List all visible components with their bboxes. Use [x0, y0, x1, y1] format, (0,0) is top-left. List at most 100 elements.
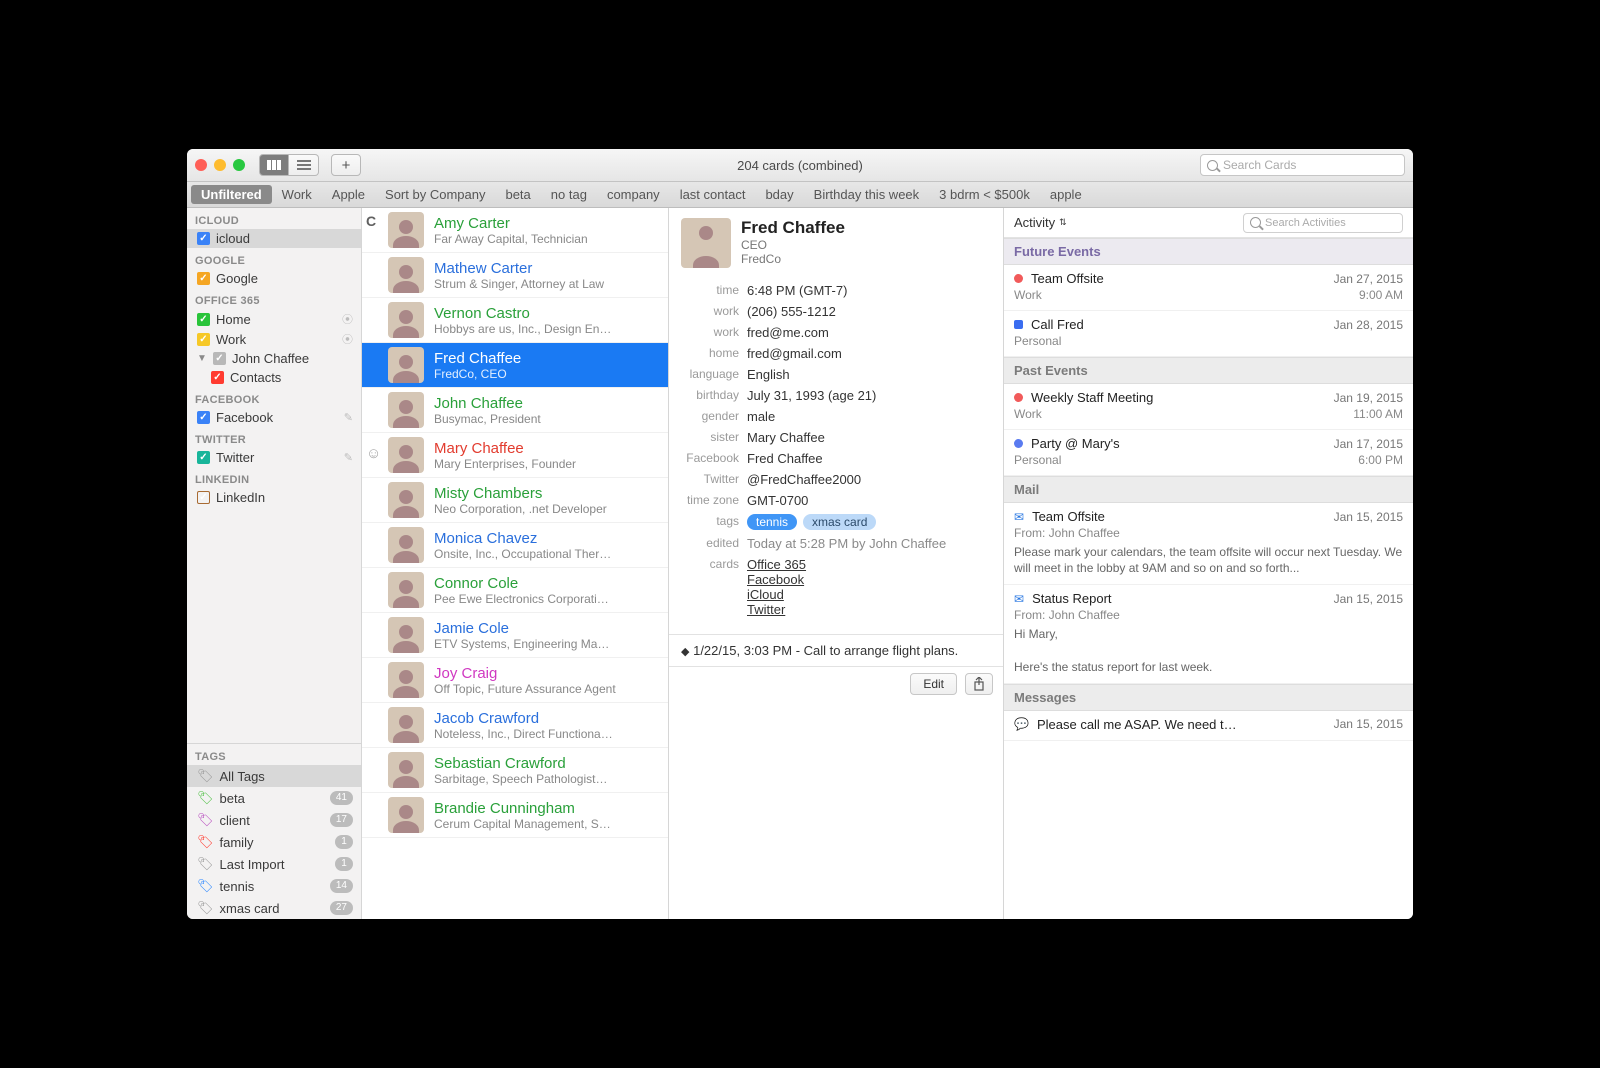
sidebar-item-google[interactable]: Google: [187, 269, 361, 288]
field-value[interactable]: (206) 555-1212: [747, 304, 993, 319]
tag-chip[interactable]: xmas card: [803, 514, 876, 530]
smart-filter-apple[interactable]: Apple: [322, 185, 375, 204]
contact-row[interactable]: Sebastian CrawfordSarbitage, Speech Path…: [362, 748, 668, 793]
smart-filter-bday[interactable]: bday: [755, 185, 803, 204]
activity-item[interactable]: ✉Team OffsiteJan 15, 2015From: John Chaf…: [1004, 503, 1413, 585]
smart-filter-bar: UnfilteredWorkAppleSort by Companybetano…: [187, 182, 1413, 208]
contact-row[interactable]: Amy CarterFar Away Capital, Technician: [362, 208, 668, 253]
tag-family[interactable]: 🏷family1: [187, 831, 361, 853]
share-button[interactable]: [965, 673, 993, 695]
tag-label: xmas card: [220, 901, 280, 916]
contact-name: Mary Chaffee: [434, 440, 660, 457]
sidebar-item-facebook[interactable]: Facebook✎: [187, 408, 361, 427]
tag-all-tags[interactable]: 🏷All Tags: [187, 765, 361, 787]
field-value[interactable]: 6:48 PM (GMT-7): [747, 283, 993, 298]
view-toggle[interactable]: [259, 154, 319, 176]
contact-row[interactable]: Jamie ColeETV Systems, Engineering Ma…: [362, 613, 668, 658]
card-link[interactable]: Facebook: [747, 572, 804, 587]
edit-icon[interactable]: ✎: [344, 411, 353, 424]
checkbox-icon[interactable]: [213, 352, 226, 365]
contact-row[interactable]: Jacob CrawfordNoteless, Inc., Direct Fun…: [362, 703, 668, 748]
add-button[interactable]: +: [331, 154, 361, 176]
sidebar-item-contacts[interactable]: Contacts: [187, 368, 361, 387]
field-value[interactable]: Mary Chaffee: [747, 430, 993, 445]
field-value[interactable]: English: [747, 367, 993, 382]
tag-client[interactable]: 🏷client17: [187, 809, 361, 831]
contact-row[interactable]: Monica ChavezOnsite, Inc., Occupational …: [362, 523, 668, 568]
contact-row[interactable]: Fred ChaffeeFredCo, CEO: [362, 343, 668, 388]
contact-row[interactable]: Joy CraigOff Topic, Future Assurance Age…: [362, 658, 668, 703]
contact-row[interactable]: Mathew CarterStrum & Singer, Attorney at…: [362, 253, 668, 298]
contact-row[interactable]: Brandie CunninghamCerum Capital Manageme…: [362, 793, 668, 838]
checkbox-icon[interactable]: [197, 451, 210, 464]
tag-last-import[interactable]: 🏷Last Import1: [187, 853, 361, 875]
edit-button[interactable]: Edit: [910, 673, 957, 695]
tag-chip[interactable]: tennis: [747, 514, 797, 530]
smart-filter-no-tag[interactable]: no tag: [541, 185, 597, 204]
detail-note: ◆ 1/22/15, 3:03 PM - Call to arrange fli…: [669, 635, 1003, 666]
minimize-icon[interactable]: [214, 159, 226, 171]
smart-filter-company[interactable]: company: [597, 185, 670, 204]
checkbox-icon[interactable]: [197, 333, 210, 346]
contact-row[interactable]: Mary ChaffeeMary Enterprises, Founder: [362, 433, 668, 478]
activity-body[interactable]: Future EventsTeam OffsiteJan 27, 2015Wor…: [1004, 238, 1413, 919]
smart-filter-birthday-this-week[interactable]: Birthday this week: [804, 185, 930, 204]
smart-filter-apple[interactable]: apple: [1040, 185, 1092, 204]
sidebar-item-icloud[interactable]: icloud: [187, 229, 361, 248]
contact-list-inner[interactable]: Amy CarterFar Away Capital, TechnicianMa…: [362, 208, 668, 919]
field-value[interactable]: fred@gmail.com: [747, 346, 993, 361]
edit-icon[interactable]: ✎: [344, 451, 353, 464]
smart-filter-work[interactable]: Work: [272, 185, 322, 204]
tag-beta[interactable]: 🏷beta41: [187, 787, 361, 809]
sidebar-item-home[interactable]: Home⦿: [187, 309, 361, 329]
sidebar-item-twitter[interactable]: Twitter✎: [187, 448, 361, 467]
contact-row[interactable]: Vernon CastroHobbys are us, Inc., Design…: [362, 298, 668, 343]
activity-title[interactable]: Activity ⇅: [1014, 215, 1067, 230]
contact-row[interactable]: Connor ColePee Ewe Electronics Corporati…: [362, 568, 668, 613]
sidebar-item-label: Work: [216, 332, 246, 347]
close-icon[interactable]: [195, 159, 207, 171]
card-link[interactable]: iCloud: [747, 587, 784, 602]
checkbox-icon[interactable]: [211, 371, 224, 384]
contact-name: Joy Craig: [434, 665, 660, 682]
card-link[interactable]: Office 365: [747, 557, 806, 572]
smart-filter-3-bdrm-500k[interactable]: 3 bdrm < $500k: [929, 185, 1040, 204]
contact-row[interactable]: Misty ChambersNeo Corporation, .net Deve…: [362, 478, 668, 523]
columns-view-icon[interactable]: [259, 154, 289, 176]
smart-filter-last-contact[interactable]: last contact: [670, 185, 756, 204]
disclosure-icon[interactable]: ▼: [197, 353, 207, 364]
activity-item[interactable]: 💬Please call me ASAP. We need t…Jan 15, …: [1004, 711, 1413, 741]
zoom-icon[interactable]: [233, 159, 245, 171]
card-link[interactable]: Twitter: [747, 602, 785, 617]
checkbox-icon[interactable]: [197, 313, 210, 326]
activity-item[interactable]: Team OffsiteJan 27, 2015Work9:00 AM: [1004, 265, 1413, 311]
field-value[interactable]: male: [747, 409, 993, 424]
field-value[interactable]: July 31, 1993 (age 21): [747, 388, 993, 403]
tag-tennis[interactable]: 🏷tennis14: [187, 875, 361, 897]
field-value[interactable]: fred@me.com: [747, 325, 993, 340]
sidebar-item-linkedin[interactable]: LinkedIn: [187, 488, 361, 507]
activity-item[interactable]: ✉Status ReportJan 15, 2015From: John Cha…: [1004, 585, 1413, 684]
list-view-icon[interactable]: [289, 154, 319, 176]
sidebar-item-work[interactable]: Work⦿: [187, 329, 361, 349]
checkbox-icon[interactable]: [197, 272, 210, 285]
activity-item[interactable]: Weekly Staff MeetingJan 19, 2015Work11:0…: [1004, 384, 1413, 430]
checkbox-icon[interactable]: [197, 411, 210, 424]
sidebar-item-john-chaffee[interactable]: ▼John Chaffee: [187, 349, 361, 368]
checkbox-icon[interactable]: [197, 491, 210, 504]
activity-item[interactable]: Call FredJan 28, 2015Personal: [1004, 311, 1413, 357]
tag-xmas-card[interactable]: 🏷xmas card27: [187, 897, 361, 919]
activity-item[interactable]: Party @ Mary'sJan 17, 2015Personal6:00 P…: [1004, 430, 1413, 476]
field-value[interactable]: Fred Chaffee: [747, 451, 993, 466]
avatar: [388, 707, 424, 743]
field-value[interactable]: @FredChaffee2000: [747, 472, 993, 487]
search-cards-input[interactable]: Search Cards: [1200, 154, 1405, 176]
smart-filter-sort-by-company[interactable]: Sort by Company: [375, 185, 495, 204]
contact-row[interactable]: John ChaffeeBusymac, President: [362, 388, 668, 433]
search-activities-input[interactable]: Search Activities: [1243, 213, 1403, 233]
checkbox-icon[interactable]: [197, 232, 210, 245]
smart-filter-unfiltered[interactable]: Unfiltered: [191, 185, 272, 204]
smart-filter-beta[interactable]: beta: [495, 185, 540, 204]
activity-title: Team Offsite: [1031, 271, 1334, 286]
field-value[interactable]: GMT-0700: [747, 493, 993, 508]
